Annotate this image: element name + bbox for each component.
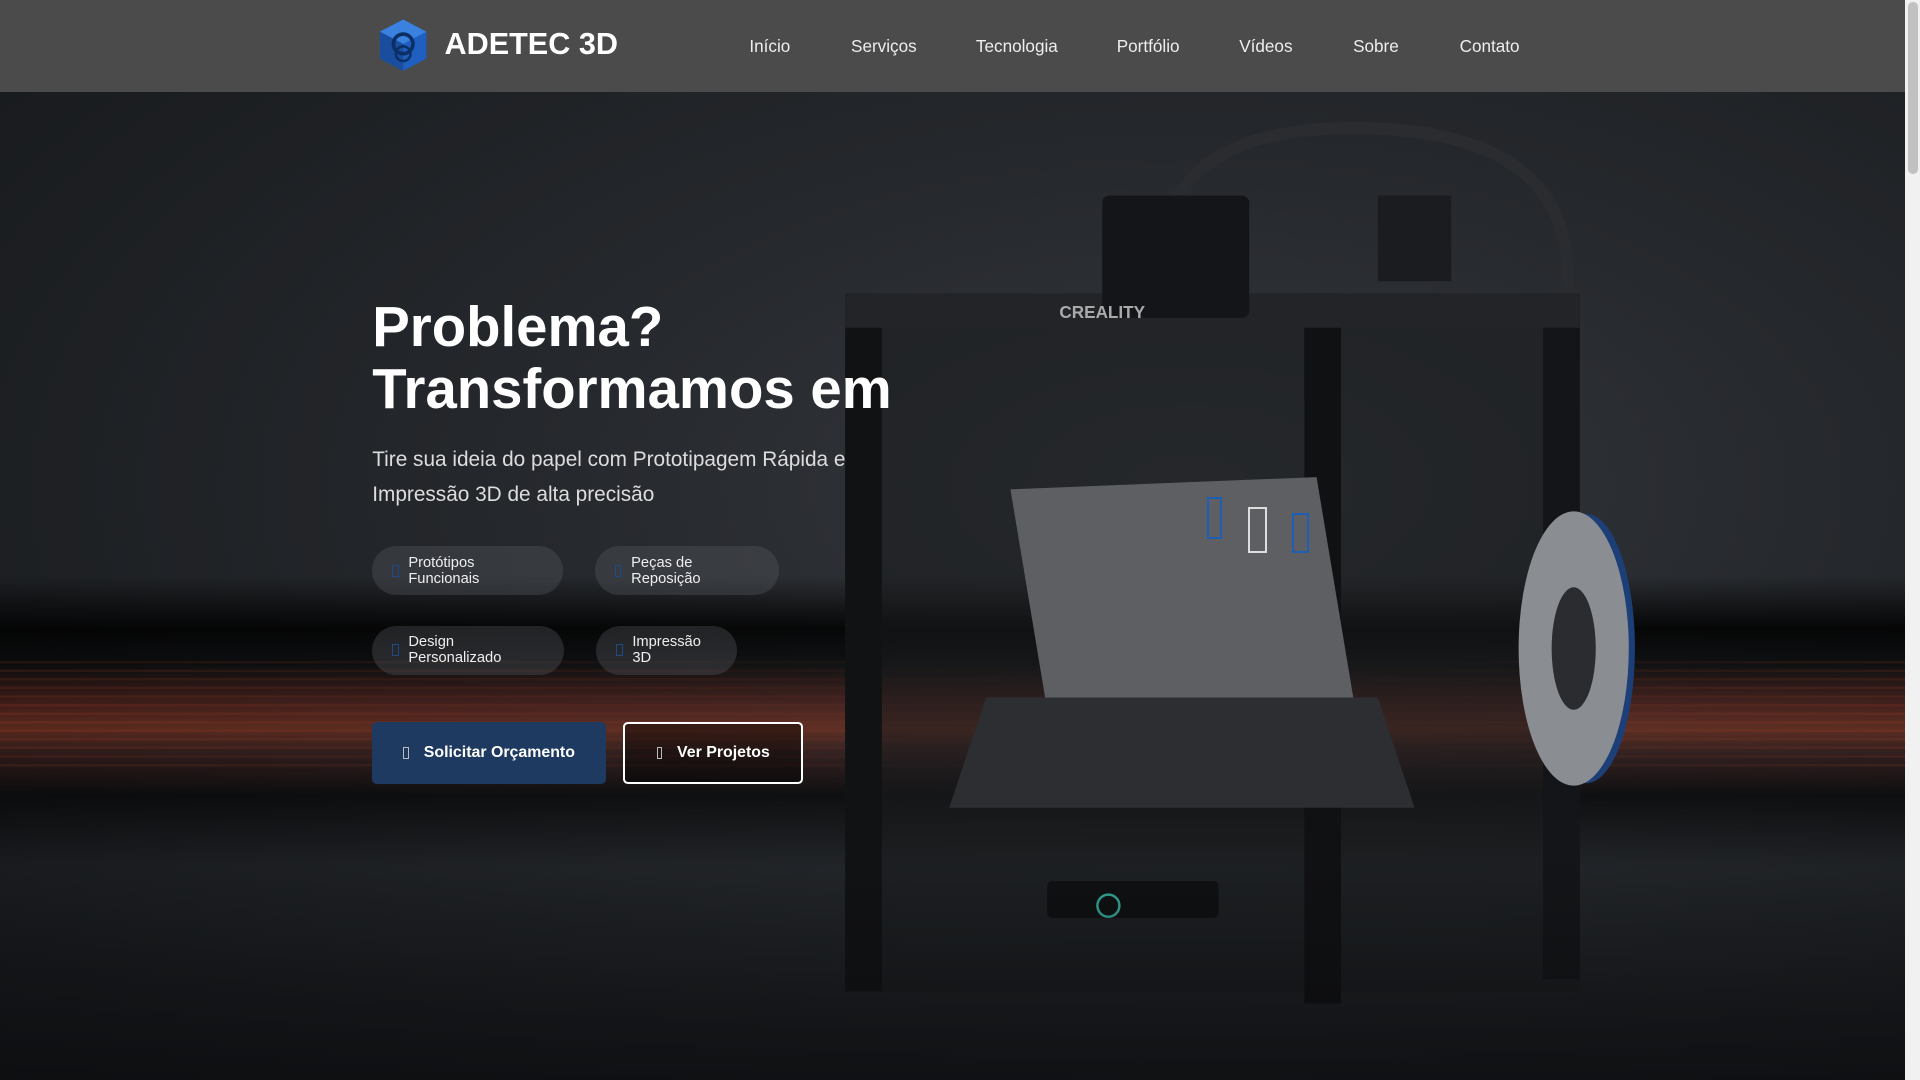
nav-link-sobre[interactable]: Sobre <box>1353 36 1399 57</box>
nav-link-tecnologia[interactable]: Tecnologia <box>976 36 1058 57</box>
missing-icon-glyph <box>1247 506 1268 554</box>
tag-label: Impressão 3D <box>632 634 701 667</box>
tag-pecas: Peças de Reposição <box>595 546 779 596</box>
request-quote-button[interactable]: Solicitar Orçamento <box>372 722 607 784</box>
tag-icon <box>615 644 623 657</box>
tag-label: Design Personalizado <box>408 634 502 667</box>
tag-design: Design Personalizado <box>372 625 565 675</box>
tag-icon <box>391 644 399 657</box>
tag-prototipos: Protótipos Funcionais <box>372 546 564 596</box>
quote-icon <box>403 747 410 759</box>
top-navbar: ADETEC 3D Início Serviços Tecnologia Por… <box>0 0 1906 92</box>
view-projects-label: Ver Projetos <box>677 744 770 762</box>
missing-icon-glyph <box>1207 497 1223 539</box>
scrollbar[interactable] <box>1905 0 1920 1080</box>
cube-logo-icon[interactable] <box>375 17 431 73</box>
tag-label: Protótipos Funcionais <box>408 554 480 587</box>
request-quote-label: Solicitar Orçamento <box>423 744 575 762</box>
hero-subtitle: Tire sua ideia do papel com Prototipagem… <box>372 448 846 507</box>
scrollbar-thumb[interactable] <box>1907 2 1918 174</box>
nav-link-portfolio[interactable]: Portfólio <box>1117 36 1180 57</box>
page: CREALITY ADETEC 3D Início Serviços Tecno… <box>0 0 1920 1080</box>
nav-link-servicos[interactable]: Serviços <box>851 36 917 57</box>
nav-link-inicio[interactable]: Início <box>749 36 790 57</box>
printer-brand-label: CREALITY <box>1059 302 1145 322</box>
nav-link-contato[interactable]: Contato <box>1460 36 1520 57</box>
tag-label: Peças de Reposição <box>631 554 701 587</box>
missing-icon-glyph <box>1291 513 1309 554</box>
projects-icon <box>656 747 663 759</box>
nav-link-videos[interactable]: Vídeos <box>1239 36 1292 57</box>
view-projects-button[interactable]: Ver Projetos <box>623 722 804 784</box>
background-fade <box>0 857 1906 1080</box>
hero-title: Problema? Transformamos em <box>372 295 892 420</box>
tag-impressao: Impressão 3D <box>596 625 738 675</box>
tag-icon <box>391 564 399 577</box>
brand-name[interactable]: ADETEC 3D <box>444 27 617 62</box>
tag-icon <box>614 564 622 577</box>
